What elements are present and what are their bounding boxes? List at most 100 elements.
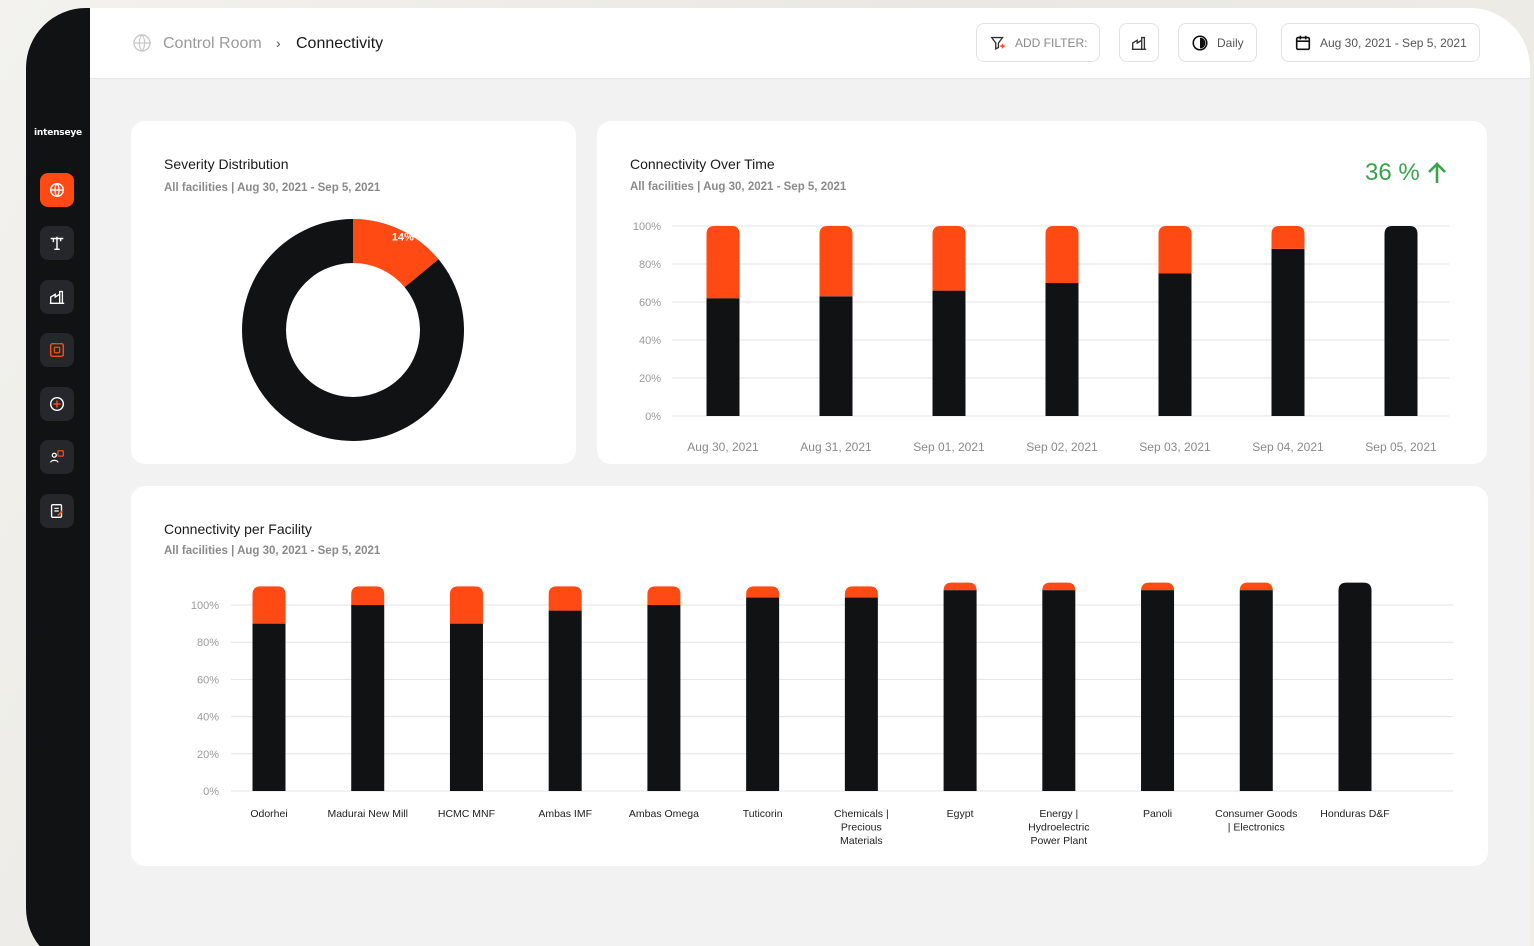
x-tick-label: Honduras D&F (1320, 808, 1389, 820)
bar-segment (844, 586, 878, 598)
bar-segment (1384, 226, 1418, 416)
sidebar-item-crane[interactable] (40, 226, 74, 260)
x-tick-label: HCMC MNF (438, 808, 495, 820)
y-tick-label: 80% (639, 259, 661, 271)
y-tick-label: 100% (191, 600, 219, 612)
facility-button[interactable] (1119, 23, 1159, 62)
bar-segment (1239, 582, 1273, 591)
bar-segment (351, 586, 385, 605)
sidebar-item-factory[interactable] (40, 280, 74, 314)
bar-segment (1042, 590, 1076, 791)
target-icon (49, 396, 65, 412)
filter-icon (990, 36, 1005, 50)
bar-segment (932, 226, 966, 291)
globe-icon (49, 182, 65, 198)
y-tick-label: 20% (639, 373, 661, 385)
connectivity-over-time-chart: 100% 80% 60% 40% 20% 0% Aug 30, 2021 Aug 31, 20… (633, 221, 1449, 454)
bar-segment (746, 586, 780, 598)
x-tick-label: Egypt (947, 808, 974, 820)
clock-icon (1192, 34, 1208, 51)
x-tick-label: Sep 02, 2021 (1026, 440, 1098, 454)
x-tick-label: Sep 03, 2021 (1139, 440, 1211, 454)
bar-segment (1338, 582, 1372, 791)
bar-segment (932, 290, 966, 416)
x-tick-label: Aug 31, 2021 (800, 440, 872, 454)
add-filter-label: ADD FILTER: (1015, 35, 1088, 50)
severity-donut-chart: 14% 86% (242, 219, 464, 451)
bar-segment (1045, 226, 1079, 283)
donut-label-0: 14% (392, 231, 414, 243)
x-tick-label: Ambas IMF (538, 808, 592, 820)
factory-icon (1131, 36, 1147, 50)
globe-icon (133, 34, 151, 52)
x-tick-label: Precious (841, 822, 882, 834)
bar-segment (706, 298, 740, 416)
connectivity-per-facility-chart: 100% 80% 60% 40% 20% 0% Odorhei Madurai New Mil… (191, 582, 1453, 847)
people-icon (50, 450, 64, 463)
bar-segment (1271, 248, 1305, 416)
y-tick-label: 40% (197, 712, 219, 724)
app-logo: intenseye (34, 128, 82, 138)
connectivity-over-time-card: Connectivity Over Time All facilities | … (597, 121, 1487, 464)
page-title: Connectivity (296, 35, 384, 52)
bar-segment (449, 586, 483, 624)
y-tick-label: 0% (203, 786, 219, 798)
top-bar: Control Room › Connectivity ADD FILTER: … (90, 8, 1530, 79)
bar-segment (548, 586, 582, 611)
x-tick-label: Hydroelectric (1028, 822, 1089, 834)
donut-label-1: 86% (283, 439, 305, 451)
bar-segment (1271, 226, 1305, 249)
period-selector[interactable]: Daily (1178, 23, 1257, 62)
bar-segment (1141, 582, 1175, 591)
sidebar: intenseye (26, 8, 90, 946)
x-tick-label: | Electronics (1228, 822, 1285, 834)
sidebar-item-target[interactable] (40, 387, 74, 421)
x-tick-label: Energy | (1039, 808, 1078, 820)
bar-segment (647, 605, 681, 791)
bar-segment (943, 582, 977, 591)
breadcrumb-root[interactable]: Control Room (163, 35, 262, 53)
bar-segment (706, 226, 740, 299)
camera-icon (49, 342, 65, 358)
breadcrumb-separator: › (276, 35, 281, 51)
bar-segment (449, 623, 483, 791)
x-tick-label: Tuticorin (743, 808, 783, 820)
bar-segment (1158, 273, 1192, 416)
sidebar-item-control-room[interactable] (40, 173, 74, 207)
sidebar-item-camera[interactable] (40, 333, 74, 367)
bar-segment (647, 586, 681, 605)
x-tick-label: Madurai New Mill (327, 808, 408, 820)
bar-segment (252, 586, 286, 624)
date-range-label: Aug 30, 2021 - Sep 5, 2021 (1320, 35, 1467, 50)
y-tick-label: 40% (639, 335, 661, 347)
x-tick-label: Chemicals | (834, 808, 889, 820)
y-tick-label: 20% (197, 749, 219, 761)
date-range-picker[interactable]: Aug 30, 2021 - Sep 5, 2021 (1281, 23, 1480, 62)
y-tick-label: 60% (639, 297, 661, 309)
connectivity-per-facility-card: Connectivity per Facility All facilities… (131, 486, 1488, 866)
sidebar-item-people[interactable] (40, 440, 74, 474)
x-tick-label: Ambas Omega (629, 808, 699, 820)
y-tick-label: 60% (197, 674, 219, 686)
x-tick-label: Power Plant (1031, 835, 1088, 847)
factory-icon (49, 290, 65, 304)
bar-segment (548, 610, 582, 791)
bar-segment (819, 226, 853, 297)
x-tick-label: Sep 05, 2021 (1365, 440, 1437, 454)
x-tick-label: Sep 04, 2021 (1252, 440, 1324, 454)
calendar-icon (1295, 35, 1311, 50)
x-tick-label: Aug 30, 2021 (687, 440, 759, 454)
bar-segment (943, 590, 977, 791)
bar-segment (1045, 283, 1079, 416)
add-filter-button[interactable]: ADD FILTER: (976, 23, 1101, 62)
x-tick-label: Panoli (1143, 808, 1172, 820)
bar-segment (1042, 582, 1076, 591)
y-tick-label: 80% (197, 637, 219, 649)
bar-segment (1141, 590, 1175, 791)
y-tick-label: 100% (633, 221, 661, 233)
period-label: Daily (1217, 35, 1244, 50)
report-icon (50, 504, 63, 518)
sidebar-item-report[interactable] (40, 494, 74, 528)
bar-segment (1158, 226, 1192, 274)
bar-segment (1239, 590, 1273, 791)
